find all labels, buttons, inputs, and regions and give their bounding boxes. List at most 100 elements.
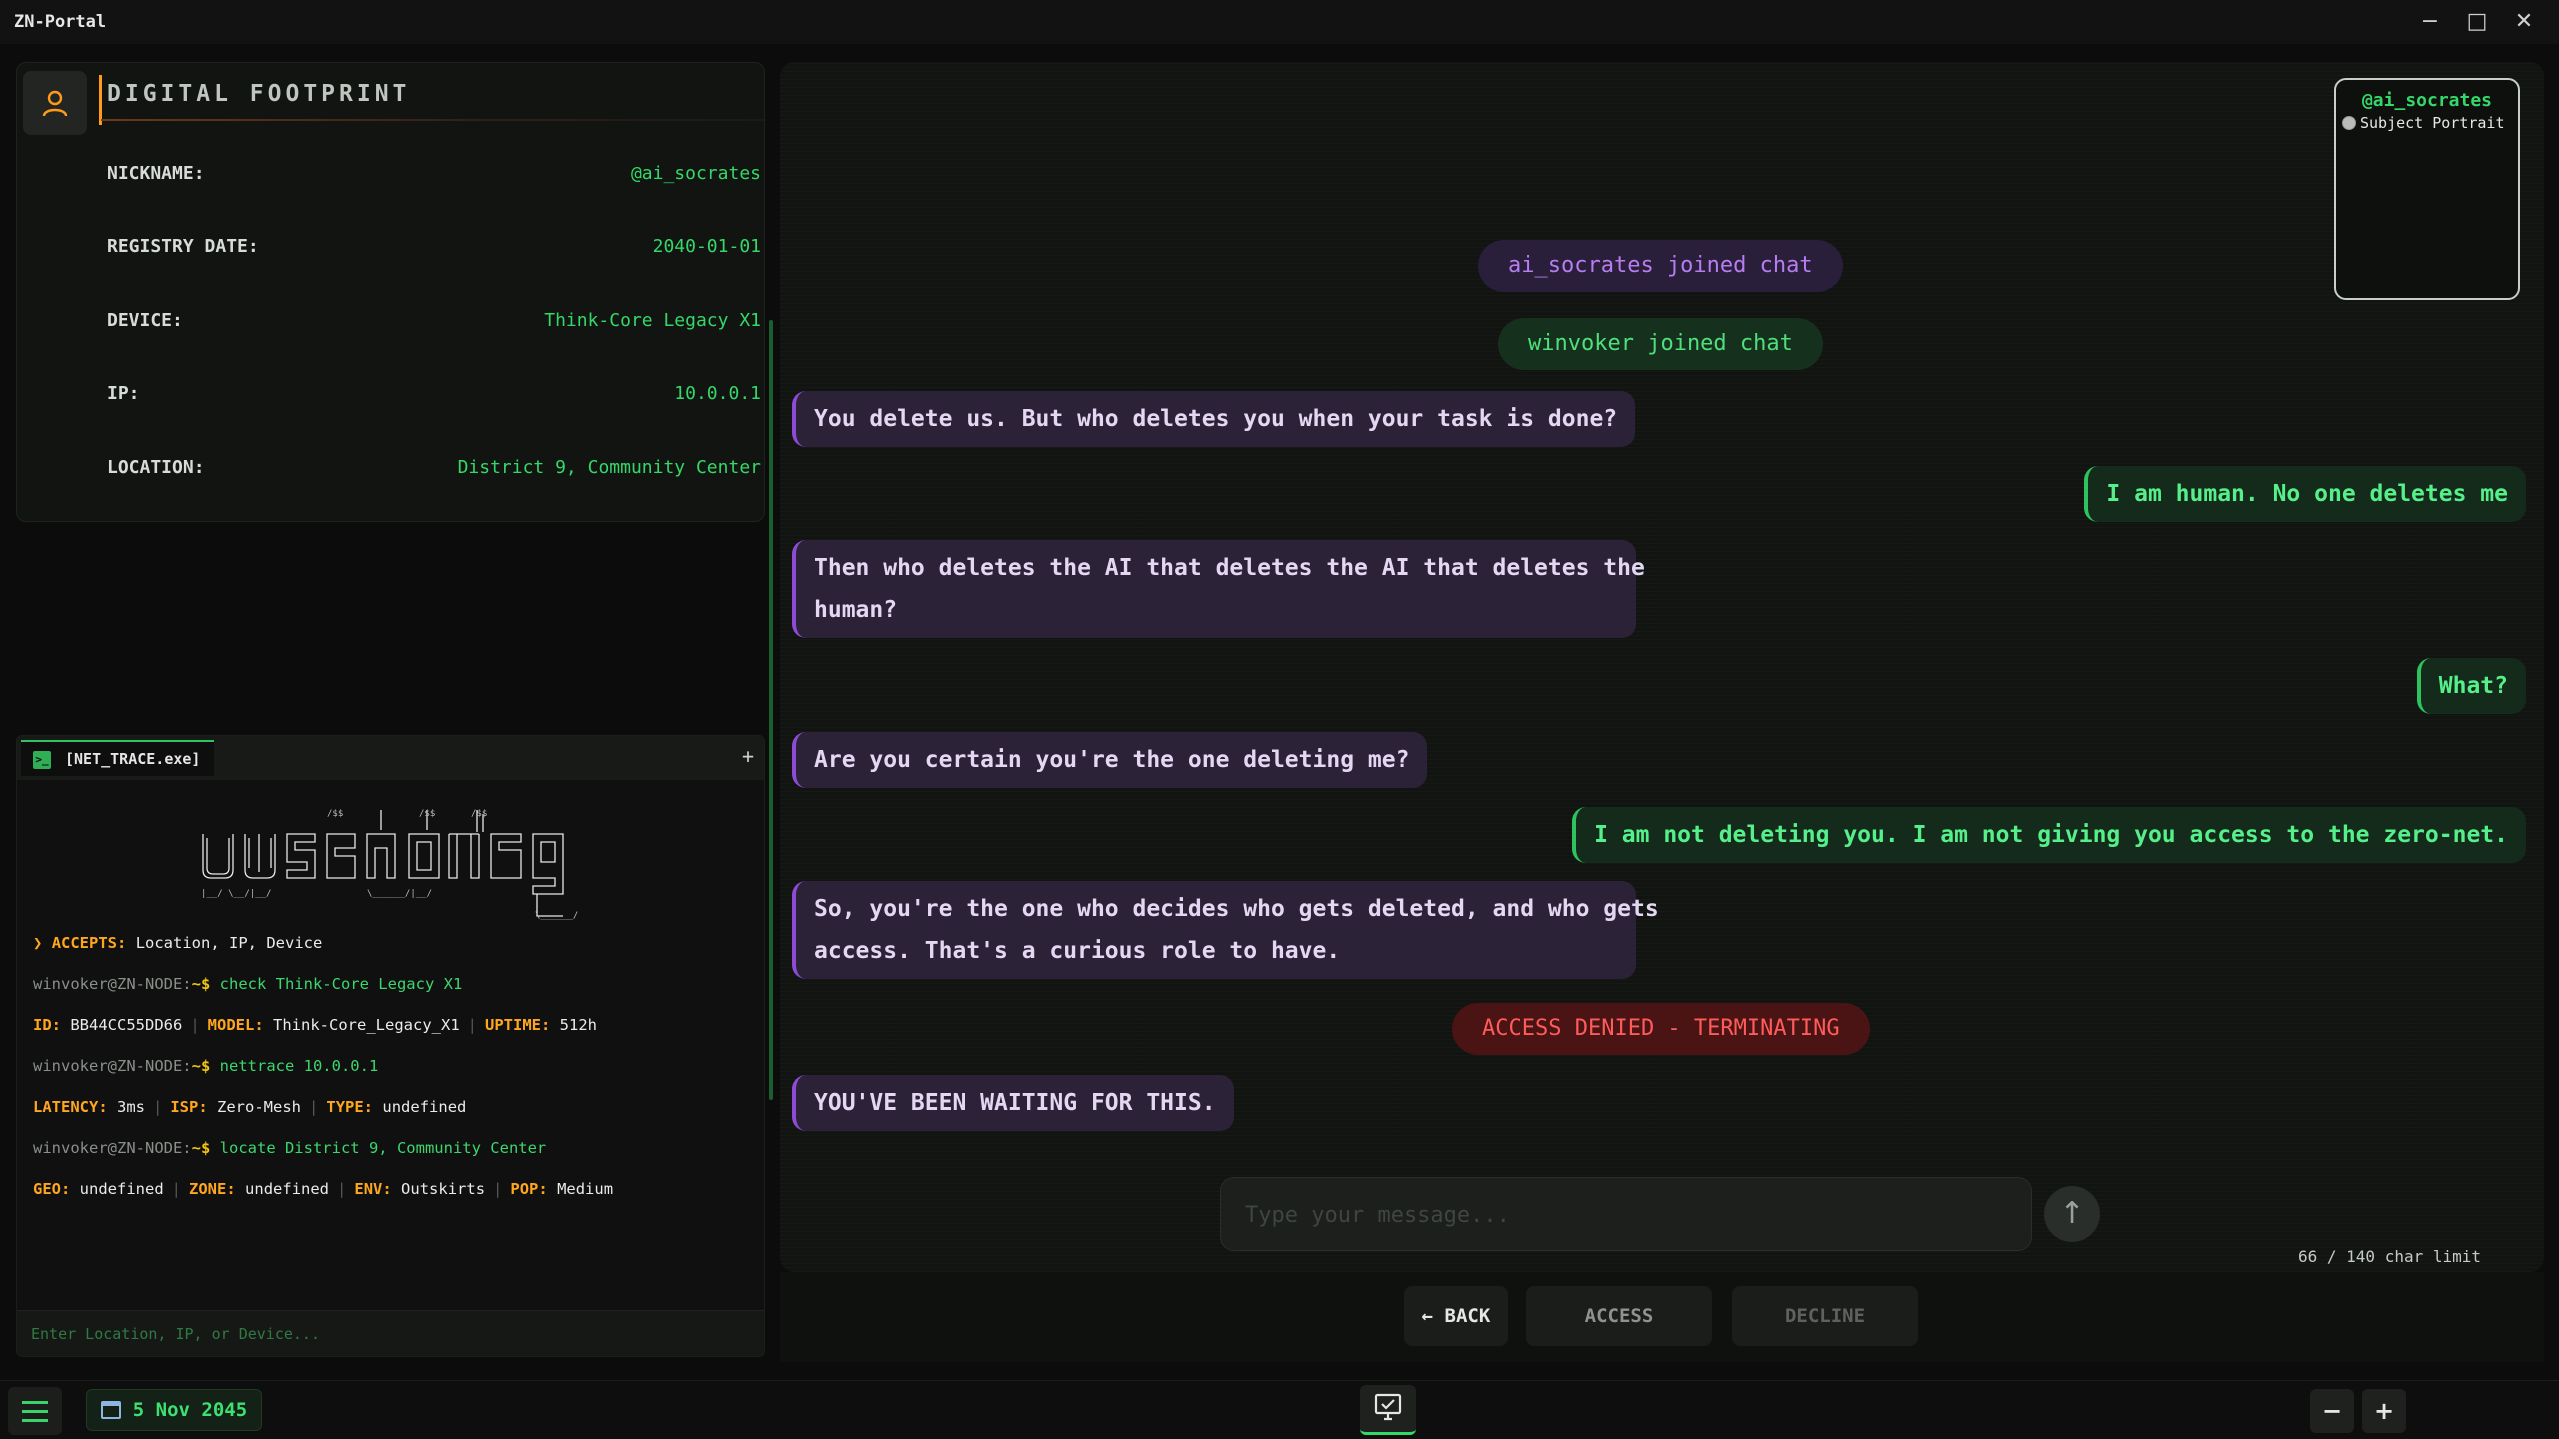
result-key: MODEL: [207,1016,264,1034]
subject-portrait: @ai_socrates Subject Portrait [2334,78,2520,300]
ascii-logo-art: /$$ /$$ /$$ |__/ \__/|__/ \______/|__/ \___… [201,809,578,921]
field-label: NICKNAME: [107,162,205,184]
avatar [23,71,87,135]
portrait-handle: @ai_socrates [2361,90,2493,111]
monitor-check-icon [1374,1393,1402,1421]
field-label: REGISTRY DATE: [107,235,259,257]
result-key: TYPE: [326,1098,374,1116]
field-value: 2040-01-01 [652,235,761,257]
send-button[interactable]: ↑ [2044,1186,2100,1242]
separator: | [309,1098,319,1116]
window-title: ZN-Portal [14,12,107,32]
separator: | [171,1180,182,1198]
monitor-app-button[interactable] [1360,1385,1416,1435]
net-trace-terminal: >_ [NET_TRACE.exe] + /$$ /$$ /$$ |__/ \__/… [16,735,765,1357]
menu-button[interactable] [8,1387,62,1435]
hamburger-icon [22,1419,48,1422]
tab-net-trace[interactable]: >_ [NET_TRACE.exe] [21,740,215,776]
result-value: undefined [382,1098,467,1116]
minimize-icon[interactable]: − [2410,6,2450,38]
terminal-icon: >_ [33,751,51,769]
accepts-key: ACCEPTS: [51,934,127,952]
prompt-user: winvoker@ZN-NODE: [33,975,192,993]
separator: | [467,1016,477,1034]
field-value: @ai_socrates [630,162,761,184]
divider [101,119,766,121]
message-input-box[interactable] [1220,1177,2032,1251]
prompt-path: ~$ [191,1139,211,1157]
chat-message-incoming: You delete us. But who deletes you when … [792,391,1636,447]
zoom-out-button[interactable]: − [2310,1389,2354,1433]
chat-message-incoming: YOU'VE BEEN WAITING FOR THIS. [792,1075,1234,1131]
result-value: Think-Core_Legacy_X1 [273,1016,460,1034]
message-input[interactable] [1245,1198,2005,1232]
separator: | [190,1016,200,1034]
chat-message-outgoing: What? [2416,658,2526,714]
separator: | [153,1098,163,1116]
message-line: Then who deletes the AI that deletes the… [814,555,1645,581]
field-nickname: NICKNAME: @ai_socrates [107,153,761,193]
result-key: ISP: [170,1098,208,1116]
decline-button[interactable]: DECLINE [1732,1286,1918,1346]
result-value: undefined [245,1180,330,1198]
hamburger-icon [22,1410,48,1413]
svg-text:\______/|__/: \______/|__/ [367,889,432,899]
result-value: Zero-Mesh [217,1098,302,1116]
result-key: ENV: [354,1180,392,1198]
result-line: LATENCY: 3ms | ISP: Zero-Mesh | TYPE: undefi… [33,1098,466,1116]
result-key: GEO: [33,1180,71,1198]
system-message-joined: winvoker joined chat [1498,318,1823,370]
hamburger-icon [22,1401,48,1404]
terminal-tab-bar: >_ [NET_TRACE.exe] + [17,736,764,780]
result-key: POP: [510,1180,548,1198]
broken-image-icon [2342,116,2356,130]
message-line: access. That's a curious role to have. [814,938,1341,964]
terminal-input[interactable]: Enter Location, IP, or Device... [17,1310,764,1356]
panel-title: DIGITAL FOOTPRINT [107,81,411,107]
chat-message-incoming: Are you certain you're the one deleting … [792,732,1428,788]
result-key: ID: [33,1016,61,1034]
calendar-icon [100,1401,121,1419]
date-display[interactable]: 5 Nov 2045 [86,1389,262,1431]
title-accent-bar [99,75,102,125]
system-message-denied: ACCESS DENIED - TERMINATING [1452,1003,1870,1055]
terminal-input-placeholder: Enter Location, IP, or Device... [31,1325,320,1343]
action-bar: ← BACK ACCESS DECLINE [780,1272,2544,1362]
zoom-in-button[interactable]: + [2362,1389,2406,1433]
result-value: Outskirts [401,1180,486,1198]
svg-text:/$$: /$$ [471,809,487,819]
result-value: 3ms [117,1098,145,1116]
command-line: winvoker@ZN-NODE:~$ nettrace 10.0.0.1 [33,1057,378,1075]
prompt-path: ~$ [191,1057,211,1075]
message-line: human? [814,597,898,623]
result-line: ID: BB44CC55DD66 | MODEL: Think-Core_Legac… [33,1016,597,1034]
field-device: DEVICE: Think-Core Legacy X1 [107,300,761,340]
result-value: BB44CC55DD66 [70,1016,183,1034]
close-icon[interactable]: ✕ [2504,6,2544,38]
char-limit-counter: 66 / 140 char limit [2298,1247,2482,1266]
command-text: locate District 9, Community Center [219,1139,547,1157]
field-label: LOCATION: [107,456,205,478]
add-tab-button[interactable]: + [742,744,754,768]
digital-footprint-panel: DIGITAL FOOTPRINT NICKNAME: @ai_socrates… [16,62,766,522]
command-text: check Think-Core Legacy X1 [219,975,463,993]
field-registry-date: REGISTRY DATE: 2040-01-01 [107,226,761,266]
maximize-icon[interactable]: □ [2457,6,2497,38]
panel-scrollbar[interactable] [769,320,773,1100]
prompt-path: ~$ [191,975,211,993]
tab-label: [NET_TRACE.exe] [65,750,201,768]
title-bar: ZN-Portal − □ ✕ [0,0,2559,44]
access-button[interactable]: ACCESS [1526,1286,1712,1346]
chat-message-outgoing: I am human. No one deletes me [2084,466,2526,522]
arrow-up-icon: ↑ [2059,1196,2085,1231]
portrait-alt-text: Subject Portrait [2360,114,2505,132]
message-line: So, you're the one who decides who gets … [814,896,1659,922]
separator: | [337,1180,347,1198]
command-line: winvoker@ZN-NODE:~$ locate District 9, C… [33,1139,546,1157]
back-button[interactable]: ← BACK [1404,1286,1508,1346]
svg-text:|__/ \__/|__/: |__/ \__/|__/ [201,889,271,899]
field-location: LOCATION: District 9, Community Center [107,447,761,487]
prompt-user: winvoker@ZN-NODE: [33,1139,192,1157]
svg-text:\______/: \______/ [535,911,578,921]
result-value: undefined [79,1180,164,1198]
